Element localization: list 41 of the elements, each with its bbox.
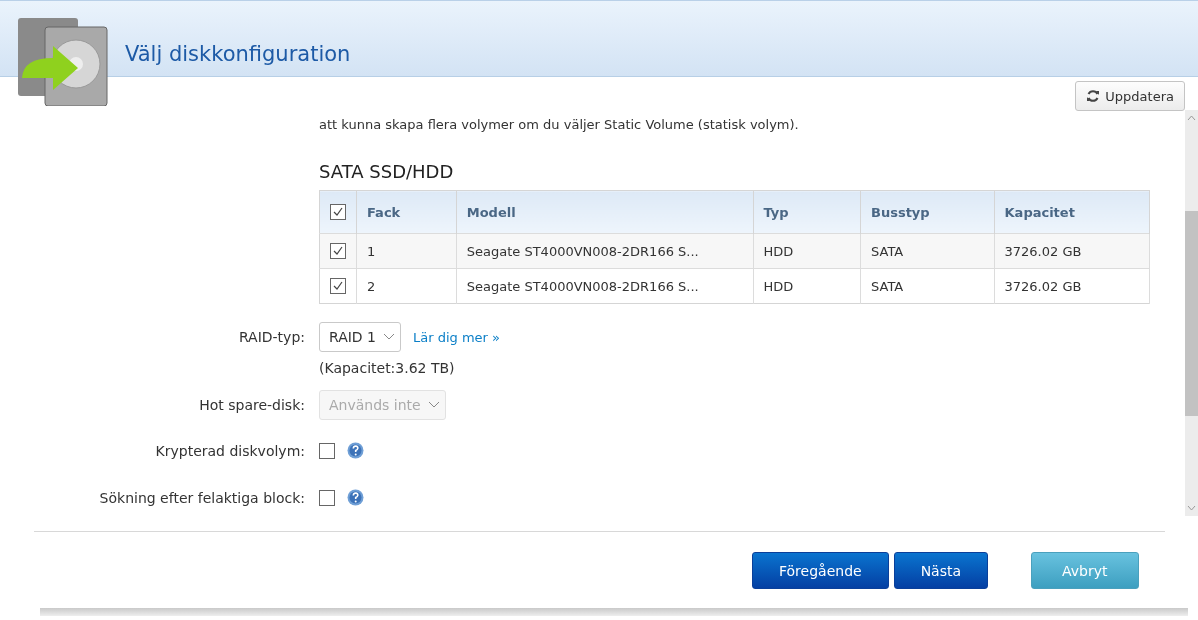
dropdown[interactable]: RAID 1 [319,322,401,352]
table-cell: 3726.02 GB [994,233,1150,269]
table-cell: 3726.02 GB [994,268,1150,304]
column-header[interactable]: Fack [356,190,457,234]
scrollbar-thumb[interactable] [1185,210,1198,416]
field-label: Sökning efter felaktiga block: [98,489,305,506]
checkbox[interactable] [319,489,335,506]
column-header[interactable]: Busstyp [860,190,995,234]
table-cell: Seagate ST4000VN008-2DR166 S... [456,268,754,304]
table-cell: SATA [860,233,995,269]
capacity-text: (Kapacitet:3.62 TB) [319,360,456,376]
field-label: Hot spare-disk: [198,397,305,413]
select-all-checkbox[interactable] [330,204,346,221]
table-cell: HDD [753,268,861,304]
section-title: SATA SSD/HDD [319,161,455,182]
table-cell: HDD [753,233,861,269]
refresh-button[interactable]: Uppdatera [1075,81,1185,111]
dialog-button[interactable]: Nästa [893,552,989,589]
row-checkbox[interactable] [330,278,346,295]
refresh-icon [1086,89,1101,103]
description-text: att kunna skapa flera volymer om du väljer Static Volume (statisk volym). [319,116,800,134]
chevron-down-icon [426,400,441,410]
field-label: Krypterad diskvolym: [154,442,305,459]
column-header[interactable]: Typ [753,190,861,234]
scrollbar[interactable] [1185,110,1198,516]
learn-more-link[interactable]: Lär dig mer » [413,329,501,345]
field-label: RAID-typ: [237,329,305,345]
window-title: Välj diskkonfiguration [125,42,351,66]
dialog-button[interactable]: Föregående [752,552,889,589]
table-cell: 1 [356,233,457,269]
chevron-down-icon [382,332,396,342]
help-icon[interactable] [347,489,364,506]
column-header[interactable]: Kapacitet [994,190,1150,234]
row-checkbox[interactable] [330,243,346,260]
column-header[interactable]: Modell [456,190,754,234]
table-cell: SATA [860,268,995,304]
help-icon[interactable] [347,442,364,459]
hard-drives-arrow-icon [15,16,108,106]
table-cell: 2 [356,268,457,304]
table-cell: Seagate ST4000VN008-2DR166 S... [456,233,754,269]
checkbox[interactable] [319,442,335,459]
